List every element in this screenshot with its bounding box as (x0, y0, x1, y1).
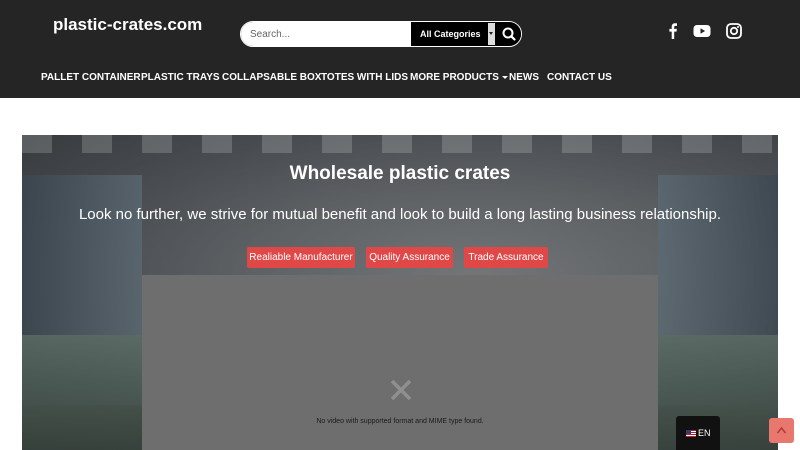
category-select[interactable]: All Categories (411, 22, 489, 46)
search-bar: All Categories (240, 21, 522, 47)
instagram-icon (726, 23, 742, 39)
us-flag-icon (686, 430, 696, 437)
site-header: plastic-crates.com All Categories PALL (0, 0, 800, 98)
video-player[interactable]: No video with supported format and MIME … (142, 275, 658, 450)
language-code: EN (698, 428, 711, 438)
broken-video-icon (390, 379, 412, 401)
chevron-down-icon[interactable] (488, 23, 495, 45)
instagram-link[interactable] (724, 22, 744, 40)
nav-plastic-trays[interactable]: PLASTIC TRAYS (141, 72, 220, 83)
hero-background-lights (22, 135, 778, 153)
search-icon (502, 27, 516, 41)
main-nav: PALLET CONTAINER PLASTIC TRAYS COLLAPSAB… (0, 72, 800, 86)
caret-down-icon (501, 75, 508, 79)
badge-trade-assurance[interactable]: Trade Assurance (464, 247, 548, 268)
nav-collapsable-box[interactable]: COLLAPSABLE BOX (222, 72, 321, 83)
nav-pallet-container[interactable]: PALLET CONTAINER (41, 72, 141, 83)
language-switcher[interactable]: EN (676, 416, 720, 450)
search-input[interactable] (241, 22, 411, 46)
badge-reliable-manufacturer[interactable]: Realiable Manufacturer (247, 247, 355, 268)
hero-subtitle: Look no further, we strive for mutual be… (78, 206, 722, 223)
facebook-icon (669, 23, 677, 39)
nav-news[interactable]: NEWS (509, 72, 539, 83)
nav-contact-us[interactable]: CONTACT US (547, 72, 612, 83)
nav-totes-with-lids[interactable]: TOTES WITH LIDS (321, 72, 408, 83)
badge-quality-assurance[interactable]: Quality Assurance (366, 247, 453, 268)
youtube-link[interactable] (692, 22, 712, 40)
chevron-up-icon (776, 426, 787, 434)
nav-more-products-label: MORE PRODUCTS (410, 72, 499, 83)
scroll-to-top-button[interactable] (769, 418, 794, 443)
video-error-message: No video with supported format and MIME … (316, 418, 484, 425)
nav-more-products[interactable]: MORE PRODUCTS (410, 72, 508, 83)
hero-title: Wholesale plastic crates (289, 163, 511, 184)
facebook-link[interactable] (663, 22, 683, 40)
search-button[interactable] (496, 22, 521, 46)
youtube-icon (693, 25, 711, 37)
site-logo-text[interactable]: plastic-crates.com (53, 15, 202, 35)
